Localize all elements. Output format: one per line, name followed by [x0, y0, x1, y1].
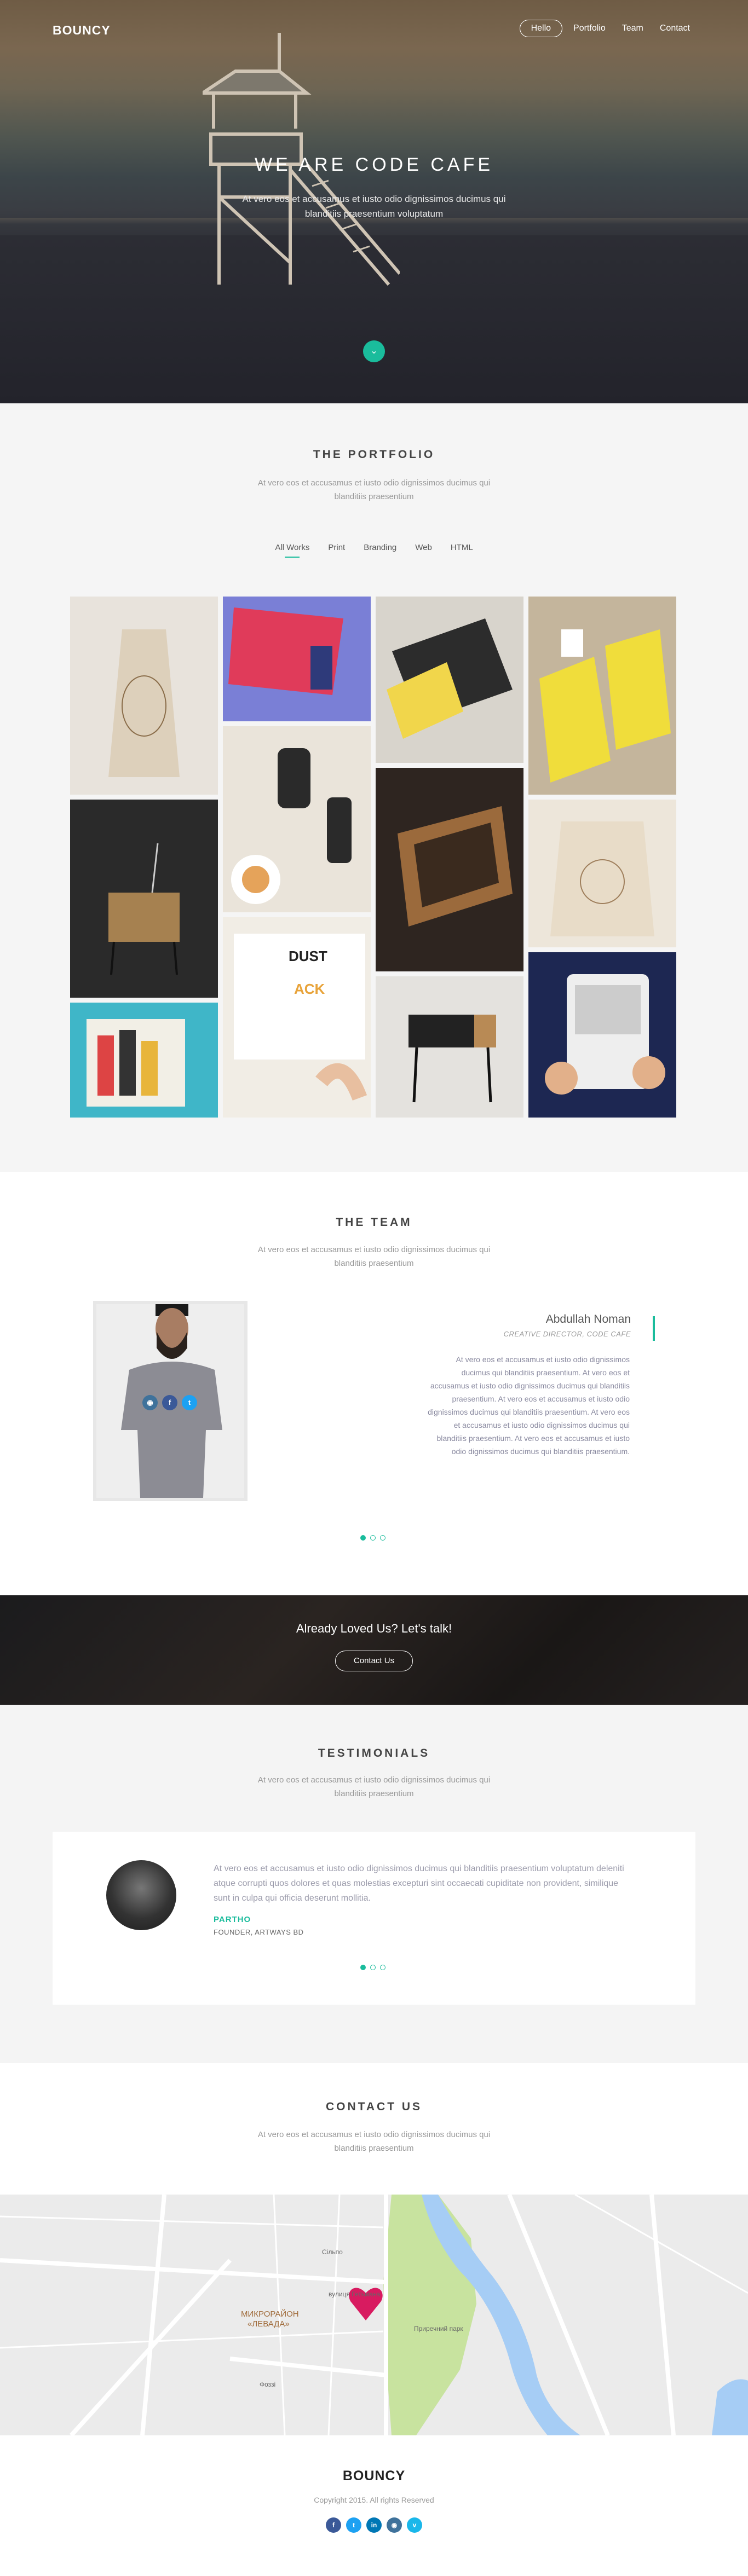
- main-nav: Hello Portfolio Team Contact: [519, 20, 695, 37]
- filter-web[interactable]: Web: [415, 543, 432, 558]
- portfolio-item[interactable]: [70, 597, 218, 795]
- contact-title: CONTACT US: [325, 2100, 423, 2113]
- page: BOUNCY Hello Portfolio Team Contact WE A…: [0, 0, 748, 2576]
- contact-us-button[interactable]: Contact Us: [335, 1651, 413, 1671]
- slider-dot[interactable]: [380, 1535, 385, 1541]
- filter-print[interactable]: Print: [328, 543, 345, 558]
- testimonial-quote: At vero eos et accusamus et iusto odio d…: [214, 1864, 624, 1903]
- footer-social: f t in ◉ v: [0, 2517, 748, 2533]
- slider-dot[interactable]: [370, 1535, 376, 1541]
- team-slider-dots: [360, 1535, 385, 1541]
- chevron-down-icon: ⌄: [370, 346, 378, 356]
- hero-title: WE ARE CODE CAFE: [254, 154, 494, 175]
- linkedin-icon[interactable]: in: [366, 2517, 382, 2533]
- tablet-image: [545, 974, 665, 1095]
- facebook-icon[interactable]: f: [326, 2517, 341, 2533]
- nav-item-portfolio[interactable]: Portfolio: [568, 20, 611, 37]
- instagram-icon[interactable]: ◉: [142, 1395, 158, 1410]
- portfolio-title: THE PORTFOLIO: [313, 448, 435, 461]
- portfolio-item[interactable]: [376, 597, 523, 763]
- testimonial-slider-dots: [360, 1965, 385, 1970]
- nav-item-hello[interactable]: Hello: [519, 20, 563, 37]
- brand-logo[interactable]: BOUNCY: [53, 23, 111, 38]
- gift-box-image: [87, 1019, 185, 1107]
- illustrated-bag-image: [550, 821, 654, 936]
- team-section: THE TEAM At vero eos et accusamus et ius…: [0, 1172, 748, 1595]
- testimonial-card: At vero eos et accusamus et iusto odio d…: [53, 1832, 695, 2005]
- member-name: Abdullah Noman: [545, 1313, 631, 1325]
- facebook-icon[interactable]: f: [162, 1395, 177, 1410]
- cta-section: Already Loved Us? Let's talk! Contact Us: [0, 1595, 748, 1705]
- bag-image: [108, 629, 180, 777]
- portfolio-item[interactable]: [223, 597, 371, 721]
- footer: BOUNCY Copyright 2015. All rights Reserv…: [0, 2435, 748, 2576]
- map-graphic: [0, 2195, 748, 2435]
- portfolio-item[interactable]: [528, 800, 676, 947]
- portfolio-item[interactable]: [376, 768, 523, 971]
- map-park-label: Приречний парк: [414, 2325, 463, 2332]
- footer-copyright: Copyright 2015. All rights Reserved: [314, 2496, 434, 2504]
- contact-subtitle: At vero eos et accusamus et iusto odio d…: [257, 2130, 491, 2153]
- yellow-packaging-image: [539, 629, 671, 783]
- map-district-label: МИКРОРАЙОН: [241, 2309, 299, 2319]
- slider-dot[interactable]: [360, 1965, 366, 1970]
- testimonials-title: TESTIMONIALS: [318, 1747, 430, 1759]
- contact-section: CONTACT US At vero eos et accusamus et i…: [0, 2063, 748, 2195]
- map[interactable]: МИКРОРАЙОН «ЛЕВАДА» Сільпо Приречний пар…: [0, 2195, 748, 2435]
- portfolio-item[interactable]: [70, 1003, 218, 1118]
- filter-branding[interactable]: Branding: [364, 543, 396, 558]
- slider-dot[interactable]: [360, 1535, 366, 1541]
- testimonial-name: PARTHO: [214, 1915, 251, 1924]
- map-place-label: Сільпо: [322, 2248, 343, 2256]
- testimonial-avatar: [106, 1860, 176, 1930]
- twitter-icon[interactable]: t: [182, 1395, 197, 1410]
- filter-all-works[interactable]: All Works: [275, 543, 309, 558]
- slider-dot[interactable]: [370, 1965, 376, 1970]
- member-role: CREATIVE DIRECTOR, CODE CAFE: [503, 1330, 631, 1338]
- portfolio-item[interactable]: [528, 952, 676, 1118]
- nav-item-team[interactable]: Team: [617, 20, 649, 37]
- testimonial-role: FOUNDER, ARTWAYS BD: [214, 1928, 304, 1936]
- slider-dot[interactable]: [380, 1965, 385, 1970]
- portfolio-filters: All Works Print Branding Web HTML: [0, 543, 748, 558]
- instagram-icon[interactable]: ◉: [387, 2517, 402, 2533]
- hero-section: BOUNCY Hello Portfolio Team Contact WE A…: [0, 0, 748, 403]
- member-social: ◉ f t: [142, 1395, 197, 1410]
- filter-html[interactable]: HTML: [451, 543, 473, 558]
- map-street-label: вулиця Гетьмана: [329, 2290, 381, 2298]
- twitter-icon[interactable]: t: [346, 2517, 361, 2533]
- testimonials-subtitle: At vero eos et accusamus et iusto odio d…: [257, 1775, 491, 1798]
- member-photo: ◉ f t: [93, 1301, 248, 1501]
- portfolio-item[interactable]: [376, 976, 523, 1118]
- testimonials-section: TESTIMONIALS At vero eos et accusamus et…: [0, 1705, 748, 2063]
- portfolio-item[interactable]: [70, 800, 218, 998]
- portfolio-item[interactable]: [223, 726, 371, 912]
- hero-subtitle: At vero eos et accusamus et iusto odio d…: [242, 194, 506, 219]
- accent-bar: [653, 1316, 655, 1341]
- svg-text:ACK: ACK: [294, 981, 325, 997]
- member-bio: At vero eos et accusamus et iusto odio d…: [428, 1355, 630, 1456]
- books-image: [228, 607, 343, 695]
- svg-text:DUST: DUST: [289, 948, 327, 964]
- sketchbook-image: DUST ACK: [234, 934, 367, 1101]
- vimeo-icon[interactable]: v: [407, 2517, 422, 2533]
- portfolio-subtitle: At vero eos et accusamus et iusto odio d…: [257, 478, 491, 501]
- cta-title: Already Loved Us? Let's talk!: [296, 1622, 452, 1635]
- stool-image: [408, 1015, 496, 1103]
- wooden-box-image: [398, 806, 513, 927]
- bottles-image: [231, 748, 352, 904]
- team-title: THE TEAM: [336, 1216, 412, 1229]
- portfolio-item[interactable]: DUST ACK: [223, 917, 371, 1118]
- cards-image: [387, 618, 513, 739]
- map-district-sub-label: «ЛЕВАДА»: [248, 2319, 290, 2329]
- footer-brand[interactable]: BOUNCY: [0, 2468, 748, 2484]
- nav-item-contact[interactable]: Contact: [654, 20, 695, 37]
- map-place-label: Фоззі: [260, 2381, 276, 2388]
- portfolio-section: THE PORTFOLIO At vero eos et accusamus e…: [0, 403, 748, 1172]
- nightstand-image: [108, 843, 180, 975]
- team-subtitle: At vero eos et accusamus et iusto odio d…: [257, 1245, 491, 1268]
- portfolio-item[interactable]: [528, 597, 676, 795]
- scroll-down-button[interactable]: ⌄: [363, 340, 385, 362]
